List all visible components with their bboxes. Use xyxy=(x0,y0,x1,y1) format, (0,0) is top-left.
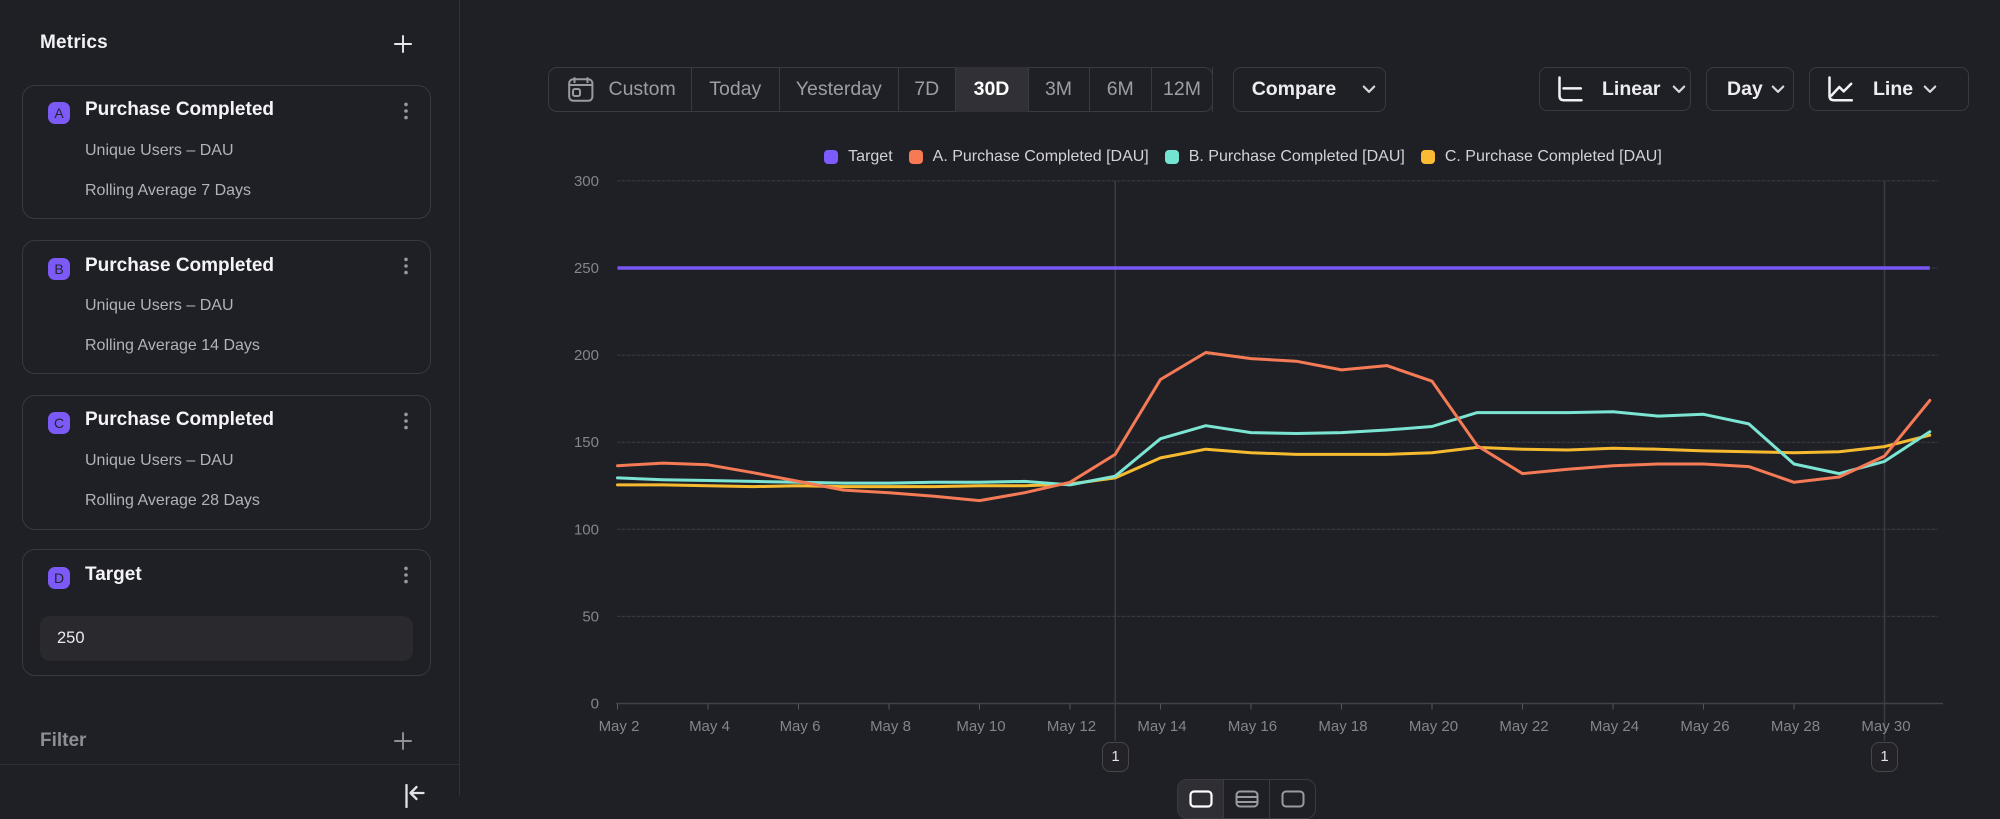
svg-text:May 10: May 10 xyxy=(956,718,1005,735)
svg-text:May 8: May 8 xyxy=(870,718,911,735)
svg-text:200: 200 xyxy=(574,347,599,364)
svg-text:May 4: May 4 xyxy=(689,718,730,735)
svg-text:May 30: May 30 xyxy=(1861,718,1910,735)
svg-text:May 26: May 26 xyxy=(1680,718,1729,735)
svg-text:50: 50 xyxy=(582,608,599,625)
svg-text:May 12: May 12 xyxy=(1047,718,1096,735)
svg-text:May 18: May 18 xyxy=(1318,718,1367,735)
svg-text:300: 300 xyxy=(574,173,599,190)
svg-text:250: 250 xyxy=(574,260,599,277)
svg-text:0: 0 xyxy=(591,696,599,713)
svg-text:May 28: May 28 xyxy=(1771,718,1820,735)
svg-text:May 2: May 2 xyxy=(599,718,640,735)
svg-text:May 20: May 20 xyxy=(1409,718,1458,735)
svg-text:May 14: May 14 xyxy=(1137,718,1186,735)
svg-text:100: 100 xyxy=(574,521,599,538)
svg-text:May 24: May 24 xyxy=(1590,718,1639,735)
svg-text:May 6: May 6 xyxy=(780,718,821,735)
svg-text:May 16: May 16 xyxy=(1228,718,1277,735)
svg-text:150: 150 xyxy=(574,434,599,451)
svg-text:May 22: May 22 xyxy=(1499,718,1548,735)
